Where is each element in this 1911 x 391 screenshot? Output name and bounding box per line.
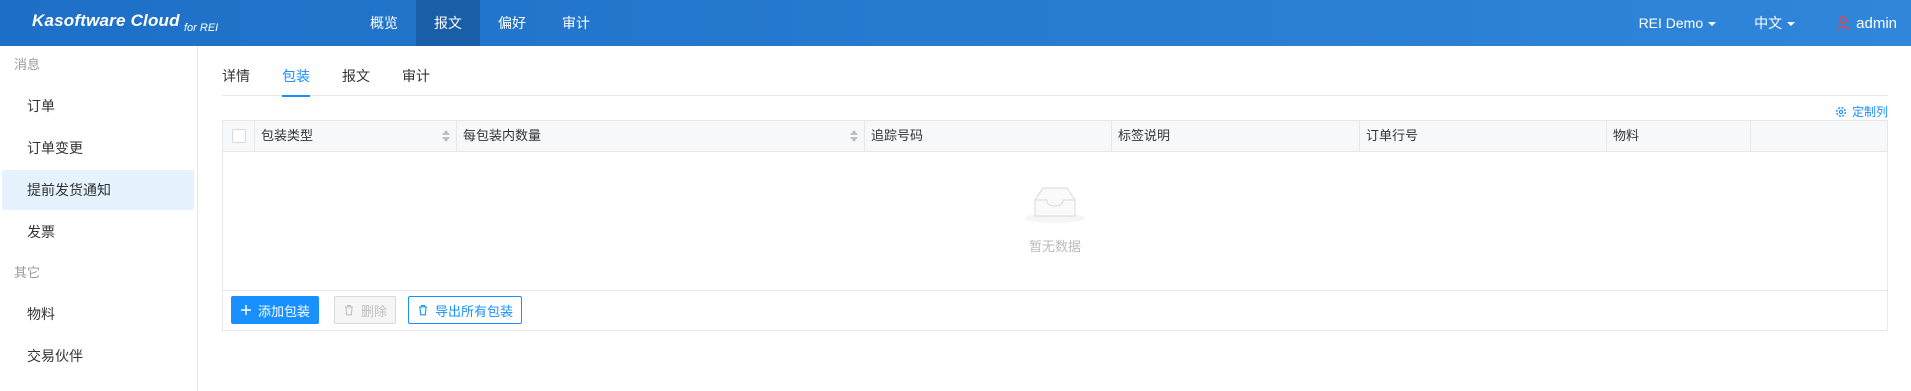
trash-icon [419,305,427,316]
column-header-actions [1751,121,1887,151]
column-header-label-description[interactable]: 标签说明 [1112,121,1360,151]
sidebar-item-partners[interactable]: 交易伙伴 [2,336,194,376]
column-header-package-type[interactable]: 包装类型 [255,121,457,151]
user-menu[interactable]: admin [1835,15,1897,32]
top-right-menu: REI Demo 中文 admin [1639,0,1911,46]
sidebar-item-orders[interactable]: 订单 [2,86,194,126]
sidebar-item-asn[interactable]: 提前发货通知 [2,170,194,210]
main-content: 详情 包装 报文 审计 定制列 包装类型 每包装内数量 追踪号码 标签说明 订单… [222,46,1888,391]
delete-button[interactable]: 删除 [334,296,397,324]
customize-columns-label: 定制列 [1851,105,1888,119]
select-all-cell [223,121,255,151]
sidebar: 消息 订单 订单变更 提前发货通知 发票 其它 物料 交易伙伴 [0,46,198,391]
delete-label: 删除 [361,303,388,319]
sort-icon[interactable] [850,130,858,142]
org-label: REI Demo [1638,15,1704,31]
user-icon [1836,16,1850,31]
chevron-down-icon [1708,21,1717,26]
column-header-order-line[interactable]: 订单行号 [1360,121,1607,151]
export-all-packages-label: 导出所有包装 [435,303,514,319]
table-empty-state: 暂无数据 [223,152,1887,290]
trash-icon [345,305,353,316]
tab-message[interactable]: 报文 [342,66,370,96]
plus-icon [241,305,251,315]
main-nav: 概览 报文 偏好 审计 [352,0,608,46]
sidebar-group-messages: 消息 [14,57,41,72]
brand-subtitle: for REI [184,22,219,34]
nav-item-overview[interactable]: 概览 [352,0,416,46]
column-header-qty-per-package[interactable]: 每包装内数量 [457,121,865,151]
add-package-label: 添加包装 [258,303,311,319]
nav-item-messages[interactable]: 报文 [416,0,480,46]
table-header: 包装类型 每包装内数量 追踪号码 标签说明 订单行号 物料 [223,121,1887,152]
language-dropdown[interactable]: 中文 [1754,13,1796,33]
org-dropdown[interactable]: REI Demo [1639,15,1717,31]
empty-text: 暂无数据 [1028,239,1081,254]
sidebar-item-order-changes[interactable]: 订单变更 [2,128,194,168]
tab-audit[interactable]: 审计 [402,66,430,96]
add-package-button[interactable]: 添加包装 [231,296,320,324]
nav-item-preferences[interactable]: 偏好 [480,0,544,46]
column-header-label: 订单行号 [1366,128,1419,143]
chevron-down-icon [1787,21,1796,26]
column-header-label: 每包装内数量 [463,128,542,143]
sidebar-item-invoices[interactable]: 发票 [2,212,194,252]
gear-icon [1836,106,1846,117]
username: admin [1856,14,1897,32]
empty-inbox-icon [1025,187,1085,223]
sidebar-group-other: 其它 [14,265,41,280]
column-header-tracking-number[interactable]: 追踪号码 [865,121,1112,151]
sidebar-item-materials[interactable]: 物料 [2,294,194,334]
column-header-label: 追踪号码 [871,128,924,143]
detail-tabs: 详情 包装 报文 审计 [222,66,1888,97]
column-header-label: 物料 [1613,128,1640,143]
nav-item-audit[interactable]: 审计 [544,0,608,46]
table-footer: 添加包装 删除 导出所有包装 [223,290,1887,330]
brand-logo[interactable]: Kasoftware Cloud [32,11,180,31]
select-all-checkbox[interactable] [231,129,246,143]
export-all-packages-button[interactable]: 导出所有包装 [408,296,523,324]
packaging-table: 包装类型 每包装内数量 追踪号码 标签说明 订单行号 物料 暂无数据 添加包装 … [222,120,1888,331]
column-header-material[interactable]: 物料 [1607,121,1751,151]
customize-columns-link[interactable]: 定制列 [1835,103,1888,120]
top-bar: Kasoftware Cloud for REI 概览 报文 偏好 审计 REI… [0,0,1911,46]
tab-details[interactable]: 详情 [222,66,250,96]
tab-packaging[interactable]: 包装 [282,66,310,97]
column-header-label: 标签说明 [1118,128,1171,143]
language-label: 中文 [1754,15,1783,31]
column-header-label: 包装类型 [261,128,314,143]
sort-icon[interactable] [442,130,450,142]
